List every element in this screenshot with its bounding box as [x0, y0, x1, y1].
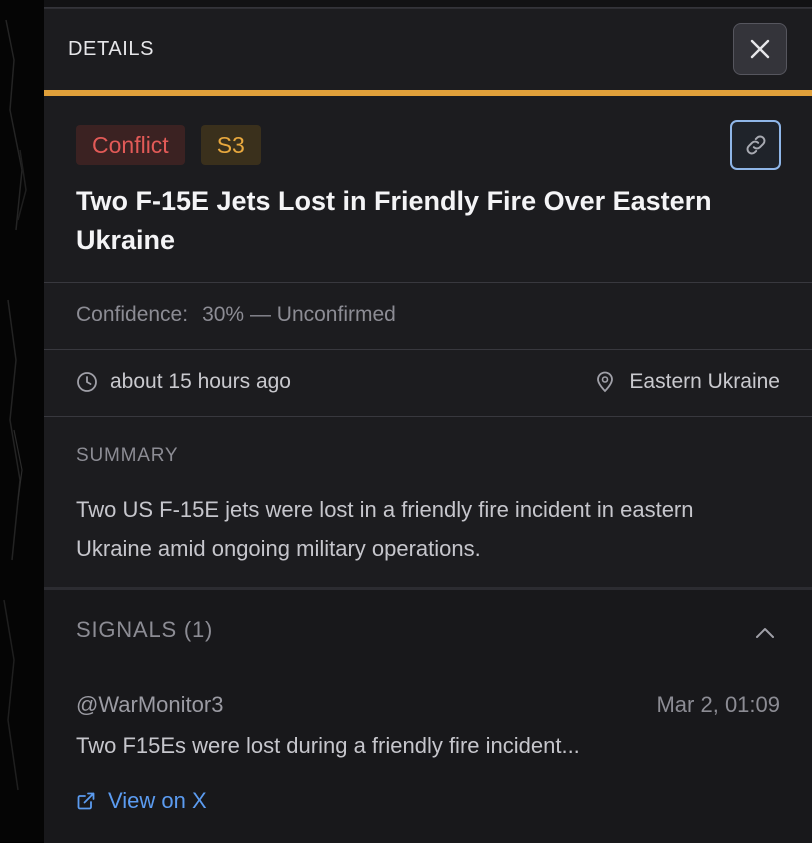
panel-header: DETAILS — [44, 9, 812, 89]
signals-heading[interactable]: SIGNALS (1) — [76, 617, 213, 643]
link-icon — [746, 135, 765, 155]
divider — [44, 282, 812, 283]
severity-badge: S3 — [200, 125, 261, 165]
location-info: Eastern Ukraine — [595, 370, 780, 394]
meta-row: about 15 hours ago Eastern Ukraine — [76, 370, 780, 400]
collapse-signals-button[interactable] — [750, 618, 780, 648]
category-badge: Conflict — [76, 125, 185, 165]
map-background[interactable] — [0, 0, 44, 842]
chevron-up-icon — [756, 628, 774, 638]
confidence-row: Confidence: 30% — Unconfirmed — [76, 303, 396, 327]
event-time: about 15 hours ago — [110, 370, 291, 393]
event-title: Two F-15E Jets Lost in Friendly Fire Ove… — [76, 186, 712, 255]
panel-top-edge — [44, 0, 812, 8]
summary-text: Two US F-15E jets were lost in a friendl… — [76, 497, 694, 561]
close-icon — [750, 39, 770, 59]
signals-section: SIGNALS (1) @WarMonitor3 Mar 2, 01:09 Tw… — [44, 587, 812, 843]
event-location: Eastern Ukraine — [629, 370, 780, 393]
category-accent-bar — [44, 90, 812, 96]
confidence-label: Confidence: — [76, 303, 189, 326]
event-tags: Conflict S3 — [76, 125, 261, 165]
external-link-icon — [77, 792, 95, 810]
divider — [44, 416, 812, 417]
summary-heading: SUMMARY — [76, 445, 179, 466]
signal-author: @WarMonitor3 — [76, 692, 224, 717]
divider — [44, 349, 812, 350]
close-button[interactable] — [733, 23, 787, 75]
details-panel: DETAILS Conflict S3 Two F-15E Jets Lost … — [44, 8, 812, 843]
clock-icon — [77, 372, 97, 392]
view-on-x-label: View on X — [108, 788, 207, 813]
copy-link-button[interactable] — [730, 120, 781, 170]
confidence-value: 30% — Unconfirmed — [202, 303, 396, 326]
signal-text: Two F15Es were lost during a friendly fi… — [76, 733, 580, 758]
panel-title: DETAILS — [68, 38, 155, 60]
view-on-x-link[interactable]: View on X — [76, 788, 207, 814]
signal-date: Mar 2, 01:09 — [656, 692, 780, 717]
time-info: about 15 hours ago — [76, 370, 291, 394]
location-pin-icon — [597, 371, 614, 393]
